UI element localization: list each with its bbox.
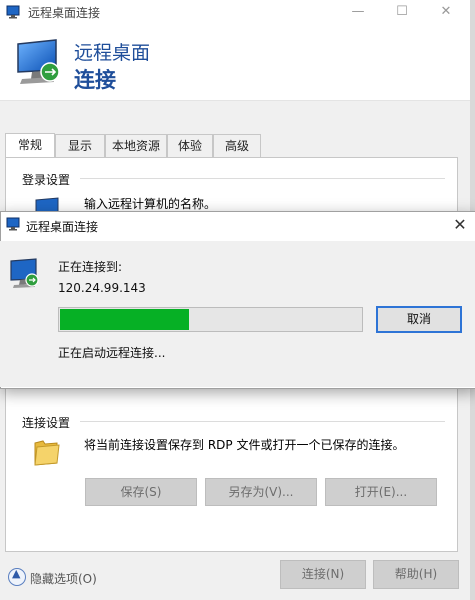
rdp-app-icon [6, 217, 20, 231]
minimize-button[interactable]: — [336, 0, 380, 24]
header-title: 远程桌面 [74, 42, 151, 64]
close-button[interactable]: ✕ [424, 0, 468, 24]
connection-settings-description: 将当前连接设置保存到 RDP 文件或打开一个已保存的连接。 [84, 438, 405, 452]
tab-experience[interactable]: 体验 [167, 134, 213, 157]
connecting-label: 正在连接到: [58, 260, 123, 274]
header-banner [0, 24, 470, 101]
group-divider [80, 421, 445, 422]
connect-button[interactable]: 连接(N) [280, 560, 366, 589]
login-settings-label: 登录设置 [22, 173, 71, 187]
hide-options-link[interactable]: 隐藏选项(O) [30, 570, 97, 587]
tab-display[interactable]: 显示 [55, 134, 105, 157]
connection-settings-label: 连接设置 [22, 416, 71, 430]
tab-local-resources[interactable]: 本地资源 [105, 134, 167, 157]
computer-icon [35, 197, 59, 212]
rdp-monitor-icon [17, 39, 60, 84]
help-button[interactable]: 帮助(H) [373, 560, 459, 589]
save-as-button[interactable]: 另存为(V)... [205, 478, 317, 506]
open-button[interactable]: 打开(E)... [325, 478, 437, 506]
group-divider [80, 178, 445, 179]
tab-advanced[interactable]: 高级 [213, 134, 261, 157]
maximize-button[interactable]: ☐ [380, 0, 424, 24]
progress-fill [60, 309, 189, 330]
rdp-monitor-icon [10, 258, 39, 288]
tab-general[interactable]: 常规 [5, 133, 55, 158]
rdp-app-icon [6, 5, 20, 19]
dialog-title: 远程桌面连接 [26, 220, 99, 234]
connection-status-text: 正在启动远程连接... [58, 346, 166, 360]
computer-name-prompt: 输入远程计算机的名称。 [84, 197, 217, 211]
remote-address: 120.24.99.143 [58, 281, 146, 295]
cancel-button[interactable]: 取消 [376, 306, 462, 333]
header-subtitle: 连接 [74, 68, 116, 92]
dialog-close-button[interactable]: ✕ [446, 214, 474, 236]
collapse-up-icon[interactable]: ▲ [8, 567, 26, 586]
window-title: 远程桌面连接 [28, 6, 101, 20]
save-button[interactable]: 保存(S) [85, 478, 197, 506]
folder-icon [34, 440, 60, 466]
connection-progress-bar [58, 307, 363, 332]
